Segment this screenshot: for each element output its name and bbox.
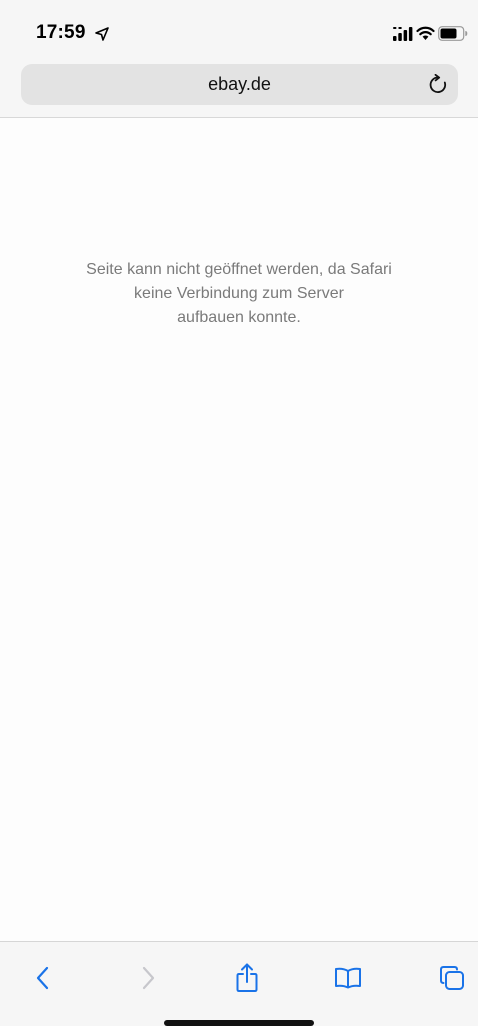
bookmarks-icon <box>335 967 361 989</box>
error-line-1: Seite kann nicht geöffnet werden, da Saf… <box>86 261 392 278</box>
address-url[interactable]: ebay.de <box>21 64 458 105</box>
share-button[interactable] <box>227 958 267 998</box>
error-line-2: keine Verbindung zum Server <box>134 285 344 302</box>
forward-icon <box>142 966 155 990</box>
back-icon <box>36 966 49 990</box>
tabs-icon <box>440 966 464 990</box>
wifi-icon <box>416 26 435 40</box>
bottom-toolbar <box>0 941 478 1026</box>
tabs-button[interactable] <box>432 958 472 998</box>
forward-button[interactable] <box>128 958 168 998</box>
share-icon <box>236 963 258 992</box>
back-button[interactable] <box>23 958 63 998</box>
address-bar[interactable]: ebay.de <box>21 64 458 105</box>
error-message: Seite kann nicht geöffnet werden, da Saf… <box>60 258 418 330</box>
error-line-3: aufbauen konnte. <box>177 309 301 326</box>
reload-icon[interactable] <box>428 74 448 95</box>
signal-icon <box>393 27 413 41</box>
battery-icon <box>438 26 468 41</box>
bookmarks-button[interactable] <box>328 958 368 998</box>
status-bar: 17:59 <box>0 0 478 58</box>
safari-screen: 17:59 ebay.de Seite kann nicht geöffnet … <box>0 0 478 1026</box>
home-indicator[interactable] <box>164 1020 314 1026</box>
location-arrow-icon <box>95 27 109 41</box>
status-time: 17:59 <box>36 22 86 43</box>
top-chrome: 17:59 ebay.de <box>0 0 478 118</box>
